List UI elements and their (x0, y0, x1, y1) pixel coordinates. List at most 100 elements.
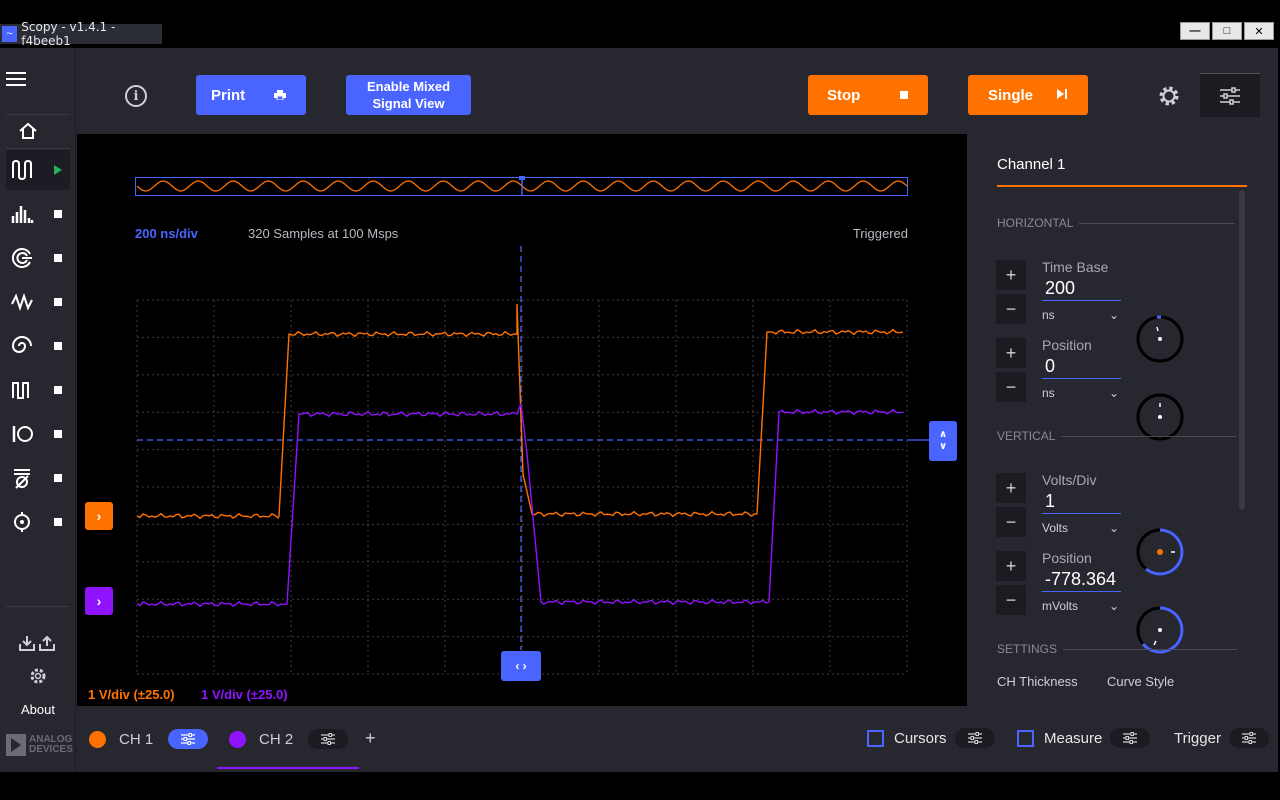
general-settings-button[interactable] (1200, 73, 1260, 117)
trigger-toggle[interactable]: Trigger (1164, 728, 1269, 748)
section-settings: SETTINGS (997, 642, 1238, 656)
sidebar-item-network-analyzer[interactable] (6, 238, 70, 278)
trigger-status-label: Triggered (852, 226, 908, 241)
print-button[interactable]: Print (196, 75, 306, 115)
sidebar-item-oscilloscope[interactable] (6, 150, 70, 190)
spectrum-analyzer-icon (11, 206, 34, 223)
channel-bar: CH 1 CH 2 + Cursors Measure Trigger (77, 706, 1278, 772)
sidebar-item-logic-analyzer[interactable] (6, 326, 70, 366)
trigger-level-handle[interactable]: ∧ ∨ (929, 421, 957, 461)
panel-scrollbar[interactable] (1239, 190, 1245, 510)
window-controls: — □ ✕ (1180, 22, 1274, 40)
stop-button[interactable]: Stop (808, 75, 928, 115)
volts-div-knob[interactable] (1135, 527, 1185, 577)
ch1-waveform (136, 303, 904, 520)
stopped-indicator-icon (54, 518, 62, 526)
measure-checkbox[interactable] (1017, 729, 1034, 747)
app-window: About ANALOG DEVICES i Print Enable Mixe… (0, 48, 1278, 772)
pattern-generator-icon (12, 382, 29, 399)
stopped-indicator-icon (54, 430, 62, 438)
volts-div-label: Volts/Div (1042, 472, 1097, 488)
trigger-menu-button[interactable] (1228, 728, 1269, 748)
volts-div-unit-select[interactable]: Volts ⌄ (1042, 521, 1121, 535)
cursors-toggle[interactable]: Cursors (867, 728, 995, 748)
ch2-waveform (136, 403, 904, 608)
ch-thickness-label: CH Thickness (997, 674, 1078, 689)
sidebar-item-spectrum-analyzer[interactable] (6, 194, 70, 234)
volts-div-input[interactable]: 1 (1042, 490, 1121, 514)
h-position-label: Position (1042, 337, 1092, 353)
measure-menu-button[interactable] (1110, 728, 1151, 748)
trigger-position-handle[interactable]: ‹ › (501, 651, 541, 681)
ch2-offset-handle[interactable]: › (85, 587, 113, 615)
sidebar-item-power-supply[interactable] (6, 502, 70, 542)
cursors-checkbox[interactable] (867, 729, 884, 747)
voltmeter-icon (14, 469, 30, 489)
stopped-indicator-icon (54, 210, 62, 218)
v-position-increment-button[interactable]: + (996, 551, 1026, 581)
chevron-down-icon: ⌄ (1108, 308, 1119, 322)
single-step-icon (1056, 87, 1068, 104)
oscilloscope-plot[interactable]: 200 ns/div 320 Samples at 100 Msps Trigg… (77, 134, 967, 706)
sidebar-item-pattern-generator[interactable] (6, 370, 70, 410)
volts-div-decrement-button[interactable]: − (996, 507, 1026, 537)
h-position-increment-button[interactable]: + (996, 338, 1026, 368)
plot-canvas (135, 176, 929, 675)
time-base-unit-select[interactable]: ns ⌄ (1042, 308, 1121, 322)
volts-div-increment-button[interactable]: + (996, 473, 1026, 503)
ch1-color-dot[interactable] (89, 730, 106, 748)
ch2-tab[interactable]: CH 2 (229, 728, 349, 750)
top-toolbar: i Print Enable Mixed Signal View Stop Si… (77, 48, 1278, 134)
oscilloscope-icon (12, 159, 32, 181)
time-base-decrement-button[interactable]: − (996, 294, 1026, 324)
ch1-offset-handle[interactable]: › (85, 502, 113, 530)
sidebar-item-signal-generator[interactable] (6, 282, 70, 322)
time-base-label: Time Base (1042, 259, 1109, 275)
print-button-label: Print (211, 86, 246, 104)
logic-analyzer-icon (11, 336, 32, 353)
h-position-decrement-button[interactable]: − (996, 372, 1026, 402)
h-position-unit-select[interactable]: ns ⌄ (1042, 386, 1121, 400)
h-position-input[interactable]: 0 (1042, 355, 1121, 379)
add-channel-button[interactable]: + (365, 728, 376, 749)
stop-icon (900, 91, 908, 99)
save-load-icon[interactable] (18, 634, 56, 652)
sliders-icon (1123, 732, 1138, 744)
enable-mixed-signal-view-button[interactable]: Enable Mixed Signal View (346, 75, 471, 115)
v-position-input[interactable]: -778.364 (1042, 568, 1121, 592)
time-base-input[interactable]: 200 (1042, 277, 1121, 301)
menu-icon[interactable] (6, 72, 26, 88)
ch2-selected-underline (217, 767, 359, 769)
close-button[interactable]: ✕ (1244, 22, 1274, 40)
trigger-label: Trigger (1174, 729, 1221, 747)
ch2-menu-button[interactable] (308, 729, 349, 749)
info-icon[interactable]: i (125, 85, 147, 107)
v-position-decrement-button[interactable]: − (996, 585, 1026, 615)
single-button[interactable]: Single (968, 75, 1088, 115)
ch1-menu-button[interactable] (168, 729, 209, 749)
time-base-unit: ns (1042, 308, 1055, 322)
home-icon[interactable] (18, 122, 38, 140)
ch2-label: CH 2 (259, 730, 294, 748)
cursors-menu-button[interactable] (954, 728, 995, 748)
settings-gear-icon[interactable] (1157, 84, 1181, 108)
v-position-unit-select[interactable]: mVolts ⌄ (1042, 599, 1121, 613)
preferences-gear-icon[interactable] (28, 666, 48, 686)
time-base-increment-button[interactable]: + (996, 260, 1026, 290)
about-link[interactable]: About (0, 702, 76, 717)
ch2-color-dot[interactable] (229, 730, 246, 748)
ch1-tab[interactable]: CH 1 (89, 728, 209, 750)
chevron-left-right-icon: ‹ › (515, 659, 527, 673)
panel-title-underline (997, 185, 1247, 187)
sidebar-item-digital-io[interactable] (6, 414, 70, 454)
chevron-right-icon: › (96, 508, 102, 524)
measure-toggle[interactable]: Measure (1017, 728, 1151, 748)
minimize-button[interactable]: — (1180, 22, 1210, 40)
sidebar-item-voltmeter[interactable] (6, 458, 70, 498)
sliders-icon (321, 733, 336, 745)
maximize-button[interactable]: □ (1212, 22, 1242, 40)
digital-io-icon (12, 426, 33, 442)
mixed-label-line-2: Signal View (372, 96, 445, 111)
time-base-knob[interactable] (1135, 314, 1185, 364)
running-indicator-icon (54, 165, 62, 175)
